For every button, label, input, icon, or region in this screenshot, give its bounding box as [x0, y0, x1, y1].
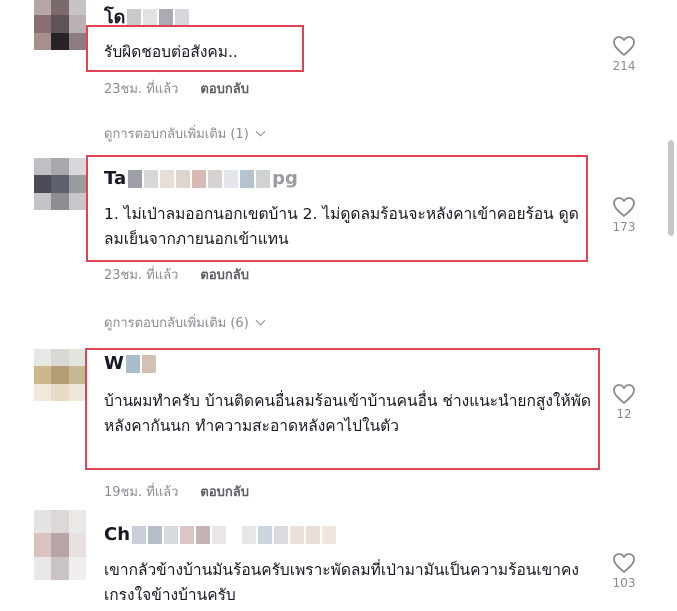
comment-meta: 19ชม. ที่แล้ว ตอบกลับ	[104, 481, 249, 502]
reply-button[interactable]: ตอบกลับ	[200, 485, 249, 500]
comment-text: 1. ไม่เป่าลมออกนอกเขตบ้าน 2. ไม่ดูดลมร้อ…	[104, 205, 579, 248]
commenter-name[interactable]: Ch	[104, 524, 337, 545]
avatar[interactable]	[34, 349, 86, 401]
reply-button[interactable]: ตอบกลับ	[200, 82, 249, 97]
comment-meta: 23ชม. ที่แล้ว ตอบกลับ	[104, 78, 249, 99]
view-more-replies[interactable]: ดูการตอบกลับเพิ่มเติม (6)	[104, 312, 266, 333]
commenter-name[interactable]: Ta pg	[104, 168, 298, 189]
commenter-name[interactable]: W	[104, 353, 156, 374]
comment-text: รับผิดชอบต่อสังคม..	[104, 43, 238, 61]
commenter-name[interactable]: โด	[104, 2, 190, 31]
comment-text: เขากลัวข้างบ้านมันร้อนครับเพราะพัดลมที่เ…	[104, 561, 579, 604]
avatar[interactable]	[34, 510, 86, 580]
like-button[interactable]: 12	[608, 383, 640, 421]
chevron-down-icon	[255, 126, 266, 137]
like-button[interactable]: 173	[608, 196, 640, 234]
like-count: 12	[616, 407, 632, 421]
heart-outline-icon[interactable]	[612, 552, 636, 574]
heart-outline-icon[interactable]	[612, 383, 636, 405]
scrollbar-thumb[interactable]	[668, 140, 674, 236]
heart-outline-icon[interactable]	[612, 35, 636, 57]
like-button[interactable]: 103	[608, 552, 640, 590]
like-count: 173	[612, 220, 636, 234]
view-more-replies[interactable]: ดูการตอบกลับเพิ่มเติม (1)	[104, 123, 266, 144]
timestamp: 23ชม. ที่แล้ว	[104, 82, 179, 97]
heart-outline-icon[interactable]	[612, 196, 636, 218]
avatar[interactable]	[34, 158, 86, 210]
like-button[interactable]: 214	[608, 35, 640, 73]
chevron-down-icon	[255, 315, 266, 326]
like-count: 214	[612, 59, 636, 73]
avatar[interactable]	[34, 0, 86, 50]
comment-text: บ้านผมทำครับ บ้านติดคนอื่นลมร้อนเข้าบ้าน…	[104, 392, 592, 435]
comment-meta: 23ชม. ที่แล้ว ตอบกลับ	[104, 264, 249, 285]
like-count: 103	[612, 576, 636, 590]
reply-button[interactable]: ตอบกลับ	[200, 268, 249, 283]
timestamp: 23ชม. ที่แล้ว	[104, 268, 179, 283]
timestamp: 19ชม. ที่แล้ว	[104, 485, 179, 500]
